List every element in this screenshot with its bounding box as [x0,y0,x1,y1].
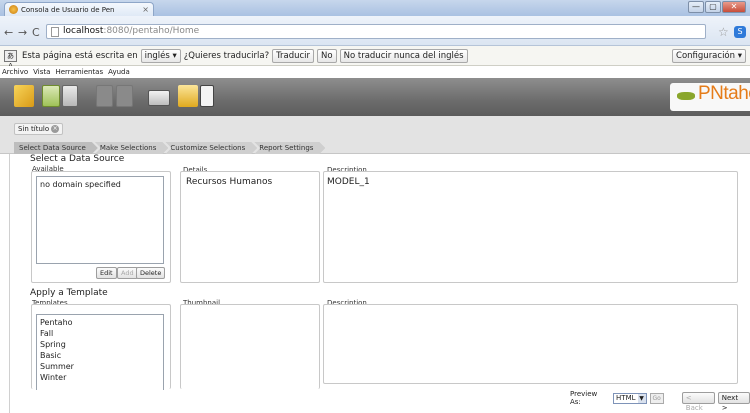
browser-titlebar: Consola de Usuario de Pen × — ▢ ✕ [0,0,750,16]
pentaho-favicon-icon [9,5,18,14]
bookmark-star-icon[interactable]: ☆ [718,25,729,39]
logo-text: PNtaho [698,83,750,104]
templates-panel: Pentaho Fall Spring Basic Summer Winter [31,304,171,390]
minimize-button[interactable]: — [688,1,704,13]
next-button[interactable]: Next > [717,392,750,412]
description-panel [323,171,738,283]
logo-mark-icon [677,92,695,100]
list-item[interactable]: Fall [40,328,160,339]
description-value: MODEL_1 [327,177,370,187]
add-button[interactable]: Add [117,267,138,279]
reload-icon[interactable]: C [32,26,40,39]
translate-question: ¿Quieres traducirla? [183,50,270,61]
list-item[interactable]: Pentaho [40,317,160,328]
close-icon[interactable]: × [51,125,60,133]
address-toolbar: ← → C localhost:8080/pentaho/Home ☆ S [0,16,750,46]
menu-bar: Archivo Vista Herramientas Ayuda [0,66,750,78]
available-list[interactable]: no domain specified [36,176,164,264]
step-report-settings[interactable]: Report Settings [254,142,325,154]
wizard-steps: Select Data Source Make Selections Custo… [14,142,322,154]
preview-format-value: HTML [616,394,636,402]
window-controls: — ▢ ✕ [688,1,746,13]
list-item[interactable]: Spring [40,339,160,350]
new-report-icon[interactable] [14,85,34,107]
page-icon [51,27,59,37]
url-host: localhost [63,26,104,36]
translate-config-button[interactable]: Configuración ▾ [672,49,746,63]
back-arrow-icon[interactable]: ← [4,26,13,39]
details-value: Recursos Humanos [186,177,273,187]
no-translate-button[interactable]: No [317,48,337,63]
step-select-data-source[interactable]: Select Data Source [14,142,98,154]
window-close-button[interactable]: ✕ [722,1,746,13]
menu-ayuda[interactable]: Ayuda [108,66,130,78]
document-tab-strip: Sin título × Select Data Source Make Sel… [0,116,750,154]
available-panel: no domain specified Edit Add Delete [31,171,171,283]
app-toolbar: PNtaho [0,78,750,116]
url-path: :8080/pentaho/Home [103,26,200,36]
list-item[interactable]: Winter [40,372,160,383]
browser-tab[interactable]: Consola de Usuario de Pen × [4,2,154,16]
list-item[interactable]: no domain specified [40,179,160,190]
template-title: Apply a Template [30,288,108,298]
translate-icon: あA [4,49,17,70]
language-dropdown[interactable]: inglés ▾ [140,48,181,63]
translate-prefix: Esta página está escrita en [22,50,138,61]
delete-button[interactable]: Delete [136,267,166,279]
data-source-title: Select a Data Source [30,154,125,164]
go-button[interactable]: Go [649,392,664,404]
tab-close-icon[interactable]: × [142,5,149,14]
save-icon[interactable] [62,85,78,107]
thumbnail-panel [180,304,320,389]
document-tab[interactable]: Sin título × [14,123,64,135]
edit-button[interactable]: Edit [96,267,117,279]
browser-menu-icon[interactable]: S [734,26,746,38]
never-translate-button[interactable]: No traducir nunca del inglés [339,48,468,63]
table-icon[interactable] [200,85,214,107]
preview-as-label: Preview As: [570,390,598,406]
list-item[interactable]: Basic [40,350,160,361]
wizard-main: Select a Data Source Available no domain… [9,154,750,413]
url-field[interactable]: localhost:8080/pentaho/Home [46,24,706,39]
data-source-buttons: Edit Add Delete [96,267,176,279]
templates-list[interactable]: Pentaho Fall Spring Basic Summer Winter [36,314,164,390]
print-icon[interactable] [116,85,133,107]
preview-format-select[interactable]: HTML ▼ [613,392,647,404]
list-item[interactable]: Summer [40,361,160,372]
template-description-panel [323,304,738,384]
folder-icon[interactable] [178,85,198,107]
printer-icon[interactable] [148,90,170,106]
open-icon[interactable] [42,85,60,107]
chevron-down-icon: ▼ [637,393,646,403]
translate-infobar: あA Esta página está escrita en inglés ▾ … [0,46,750,70]
save-as-icon[interactable] [96,85,113,107]
pentaho-logo: PNtaho [670,83,750,111]
menu-herramientas[interactable]: Herramientas [55,66,103,78]
back-button[interactable]: < Back [681,392,715,412]
document-tab-label: Sin título [18,125,50,133]
wizard-footer: Preview As: HTML ▼ Go < Back Next > [570,390,750,412]
details-panel [180,171,320,283]
step-customize-selections[interactable]: Customize Selections [165,142,257,154]
translate-button[interactable]: Traducir [272,48,315,63]
menu-vista[interactable]: Vista [33,66,50,78]
menu-archivo[interactable]: Archivo [2,66,28,78]
browser-tab-title: Consola de Usuario de Pen [21,5,115,14]
step-make-selections[interactable]: Make Selections [95,142,169,154]
forward-arrow-icon[interactable]: → [18,26,27,39]
maximize-button[interactable]: ▢ [705,1,721,13]
